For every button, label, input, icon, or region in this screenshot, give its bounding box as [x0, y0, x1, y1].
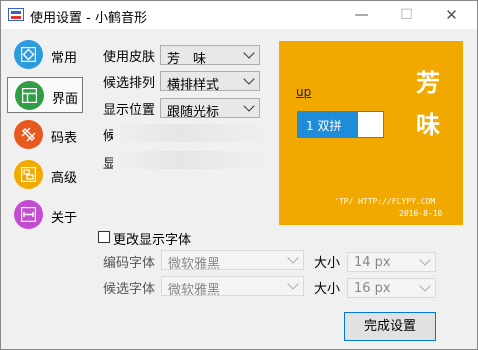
app-icon: [8, 8, 24, 21]
nav-item-codetable[interactable]: 码表: [7, 117, 83, 153]
close-button[interactable]: ✕: [429, 1, 474, 29]
order-select[interactable]: 横排样式: [160, 71, 260, 93]
position-select[interactable]: 跟随光标: [160, 98, 260, 120]
nav-label: 界面: [52, 92, 79, 107]
maximize-button[interactable]: ☐: [384, 1, 429, 29]
obscured-region: [113, 151, 273, 169]
code-font-value: 微软雅黑: [168, 257, 221, 272]
chevron-down-icon: [419, 280, 431, 292]
nav-item-interface[interactable]: 界面: [7, 77, 83, 113]
cand-size-value: 16 px: [354, 281, 391, 296]
change-font-checkbox[interactable]: [98, 231, 110, 243]
panels-icon: [14, 160, 43, 189]
chevron-down-icon: [287, 278, 299, 290]
nav-item-advanced[interactable]: 高级: [7, 157, 83, 193]
position-value: 跟随光标: [167, 105, 220, 120]
code-size-value: 14 px: [354, 255, 391, 270]
skin-select[interactable]: 芳 味: [160, 45, 260, 67]
nav-label: 码表: [51, 131, 78, 146]
nav-label: 高级: [51, 171, 78, 186]
order-value: 横排样式: [167, 78, 220, 93]
order-label: 候选排列: [103, 76, 156, 91]
cand-font-value: 微软雅黑: [168, 283, 221, 298]
code-size-select[interactable]: 14 px: [347, 252, 436, 272]
preview-title-top: 芳: [416, 69, 440, 97]
finish-button[interactable]: 完成设置: [344, 312, 436, 341]
cand-font-select[interactable]: 微软雅黑: [161, 276, 304, 298]
chevron-down-icon: [287, 252, 299, 264]
code-size-label: 大小: [314, 256, 341, 271]
nav-label: 关于: [51, 211, 78, 226]
title-bar: 使用设置 - 小鹤音形 — ☐ ✕: [1, 1, 477, 29]
change-font-label: 更改显示字体: [113, 233, 192, 248]
nav-item-about[interactable]: 关于: [7, 197, 83, 233]
skin-value: 芳 味: [167, 52, 207, 67]
ruler-icon: [14, 200, 43, 229]
chevron-down-icon: [243, 100, 255, 112]
chevron-down-icon: [243, 73, 255, 85]
preview-title-bottom: 味: [416, 111, 440, 139]
obscured-region: [113, 124, 273, 142]
preview-footer-url: 'TP/ HTTP://FLYPY.COM: [334, 197, 436, 206]
chevron-down-icon: [419, 254, 431, 266]
chevron-down-icon: [243, 47, 255, 59]
skin-label: 使用皮肤: [103, 50, 156, 65]
settings-window: 使用设置 - 小鹤音形 — ☐ ✕ 常用 界面 码表 高级 关于 使用皮肤 芳 …: [0, 0, 478, 350]
preview-candidate: 1 双拼: [306, 119, 342, 133]
crop-icon: [14, 120, 43, 149]
skin-preview: 芳 味 up 1 双拼 'TP/ HTTP://FLYPY.COM 2016-8…: [279, 41, 463, 225]
nav-item-common[interactable]: 常用: [7, 37, 83, 73]
minimize-button[interactable]: —: [339, 1, 384, 29]
preview-candidate-box: 1 双拼: [297, 111, 384, 138]
code-font-label: 编码字体: [103, 256, 156, 271]
cand-font-label: 候选字体: [103, 282, 156, 297]
position-label: 显示位置: [103, 103, 156, 118]
preview-input: up: [296, 85, 312, 99]
window-title: 使用设置 - 小鹤音形: [30, 11, 147, 26]
layout-icon: [15, 81, 44, 110]
code-font-select[interactable]: 微软雅黑: [161, 250, 304, 272]
preview-footer-date: 2016-8-10: [399, 209, 443, 218]
cand-size-select[interactable]: 16 px: [347, 278, 436, 298]
cand-size-label: 大小: [314, 282, 341, 297]
nav-label: 常用: [51, 51, 78, 66]
diamond-icon: [14, 40, 43, 69]
